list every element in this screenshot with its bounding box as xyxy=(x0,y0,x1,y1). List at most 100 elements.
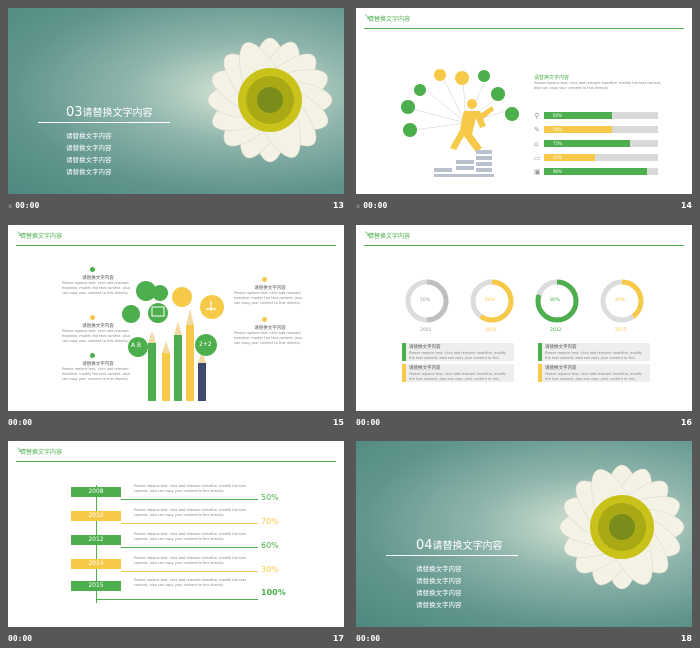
transition-icon: ☆ xyxy=(356,202,361,210)
slide-14-meta: ☆ 00:00 14 xyxy=(356,199,692,215)
info-box: 请替换文字内容 Please replace text, click add r… xyxy=(402,343,514,361)
timeline-pct: 70% xyxy=(261,517,279,526)
slide-number: 14 xyxy=(680,201,692,210)
slide-time: 00:00 xyxy=(356,634,381,643)
box-body: Please replace text, click add relevant … xyxy=(545,351,643,360)
timeline-pct: 60% xyxy=(261,541,279,550)
slide-16-meta: 00:00 16 xyxy=(356,416,692,432)
donut-pct: 60% xyxy=(485,298,496,303)
year-tag: 2015 xyxy=(71,581,121,591)
box-title: 请替换文字内容 xyxy=(409,345,441,350)
slide-14[interactable]: ↘ 请替换文字内容 请替换文字内容 Please replace text, c… xyxy=(356,8,692,194)
timeline-text: Please replace text, click add relevant … xyxy=(134,484,246,493)
donut-pct: 50% xyxy=(420,298,431,303)
box-body: Please replace text, click add relevant … xyxy=(409,372,507,381)
item-list: 请替换文字内容 请替换文字内容 请替换文字内容 请替换文字内容 xyxy=(416,563,462,611)
slide-time: 00:00 xyxy=(356,418,381,427)
bubble-label: A B xyxy=(131,342,142,349)
runner-infographic xyxy=(401,69,519,177)
donut-year: 2015 xyxy=(615,328,627,333)
slide-17-meta: 00:00 17 xyxy=(8,632,344,648)
info-box: 请替换文字内容 Please replace text, click add r… xyxy=(538,364,650,382)
donut-year: 2012 xyxy=(550,328,562,333)
progress-fill xyxy=(544,154,596,161)
section-title-text: 请替换文字内容 xyxy=(82,108,153,119)
slide-number: 13 xyxy=(332,201,344,210)
list-item: 请替换文字内容 xyxy=(416,589,462,597)
bar-icon: ⌂ xyxy=(534,140,539,148)
list-item: 请替换文字内容 xyxy=(66,156,112,164)
donut-pct: 40% xyxy=(615,298,626,303)
connector-line xyxy=(96,599,258,600)
slide-15-meta: 00:00 15 xyxy=(8,416,344,432)
bar-icon: ⚲ xyxy=(534,112,540,120)
year-tag: 2014 xyxy=(71,559,121,569)
runner-icon xyxy=(450,99,494,152)
bar-icon: ▣ xyxy=(534,168,541,176)
bar-icon: ✎ xyxy=(534,126,540,134)
slide-13[interactable]: 03请替换文字内容 请替换文字内容 请替换文字内容 请替换文字内容 请替换文字内… xyxy=(8,8,344,194)
info-box: 请替换文字内容 Please replace text, click add r… xyxy=(538,343,650,361)
slide-number: 15 xyxy=(332,418,344,427)
progress-label: 60% xyxy=(553,113,562,118)
list-item: 请替换文字内容 xyxy=(416,601,462,609)
connector-line xyxy=(121,547,258,548)
pencil-infographic xyxy=(122,281,224,401)
section-number: 04 xyxy=(416,538,433,553)
slide-18[interactable]: 04请替换文字内容 请替换文字内容 请替换文字内容 请替换文字内容 请替换文字内… xyxy=(356,441,692,627)
section-title-text: 请替换文字内容 xyxy=(432,541,503,552)
transition-icon: ☆ xyxy=(8,202,13,210)
connector-line xyxy=(121,499,258,500)
slide-13-meta: ☆ 00:00 13 xyxy=(8,199,344,215)
list-item: 请替换文字内容 xyxy=(416,577,462,585)
bubble-label: 2+2 xyxy=(199,341,212,348)
connector-line xyxy=(121,571,258,572)
list-item: 请替换文字内容 xyxy=(66,132,112,140)
slide-number: 18 xyxy=(680,634,692,643)
box-body: Please replace text, click add relevant … xyxy=(409,351,507,360)
slide-17[interactable]: ↘ 请替换文字内容 2008 Please replace text, clic… xyxy=(8,441,344,627)
bar-icon: ▭ xyxy=(534,154,541,162)
slide-time: 00:00 xyxy=(15,201,40,210)
connector-line xyxy=(121,523,258,524)
timeline-text: Please replace text, click add relevant … xyxy=(134,578,246,587)
timeline-pct: 100% xyxy=(261,588,286,597)
daisy-image xyxy=(207,37,333,163)
donut-year: 2001 xyxy=(420,328,432,333)
slide-number: 17 xyxy=(332,634,344,643)
timeline-text: Please replace text, click add relevant … xyxy=(134,532,246,541)
slide-18-meta: 00:00 18 xyxy=(356,632,692,648)
donut-charts xyxy=(405,279,644,323)
box-title: 请替换文字内容 xyxy=(409,366,441,371)
timeline-pct: 30% xyxy=(261,565,279,574)
list-item: 请替换文字内容 xyxy=(66,144,112,152)
donut-pct: 80% xyxy=(550,298,561,303)
slide-15[interactable]: ↘ 请替换文字内容 请替换文字内容 Please replace text, c… xyxy=(8,225,344,411)
slide-time: 00:00 xyxy=(363,201,388,210)
timeline-pct: 50% xyxy=(261,493,279,502)
box-title: 请替换文字内容 xyxy=(545,366,577,371)
daisy-image xyxy=(559,464,685,590)
timeline-text: Please replace text, click add relevant … xyxy=(134,508,246,517)
box-body: Please replace text, click add relevant … xyxy=(545,372,643,381)
icon-circles xyxy=(401,69,519,137)
section-number: 03 xyxy=(66,105,83,120)
year-tag: 2010 xyxy=(71,511,121,521)
progress-label: 90% xyxy=(553,169,562,174)
slide-16[interactable]: ↘ 请替换文字内容 50% 60% 80% 40% 2001 2010 2012… xyxy=(356,225,692,411)
text-block-title: 请替换文字内容 xyxy=(534,75,570,81)
slide-time: 00:00 xyxy=(8,634,33,643)
section-title: 04请替换文字内容 xyxy=(416,537,503,553)
title-underline xyxy=(38,122,170,123)
info-box: 请替换文字内容 Please replace text, click add r… xyxy=(402,364,514,382)
slide-time: 00:00 xyxy=(8,418,33,427)
box-title: 请替换文字内容 xyxy=(545,345,577,350)
slide-header: 请替换文字内容 xyxy=(20,449,63,456)
title-underline xyxy=(386,555,518,556)
year-tag: 2008 xyxy=(71,487,121,497)
donut-year: 2010 xyxy=(485,328,497,333)
list-item: 请替换文字内容 xyxy=(66,168,112,176)
item-list: 请替换文字内容 请替换文字内容 请替换文字内容 请替换文字内容 xyxy=(66,130,112,178)
text-block-body: Please replace text, click add relevant … xyxy=(534,81,662,90)
list-item: 请替换文字内容 xyxy=(416,565,462,573)
